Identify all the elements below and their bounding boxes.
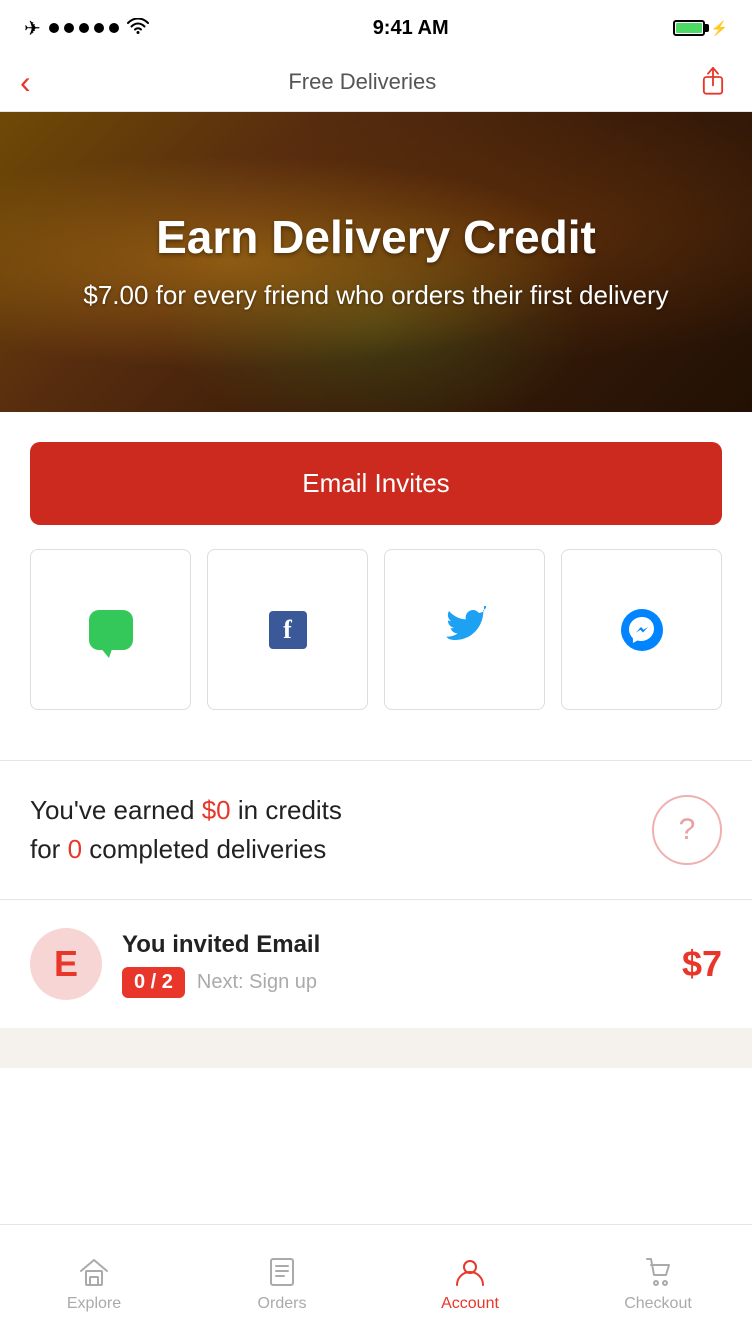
orders-icon bbox=[265, 1255, 299, 1289]
bolt-icon: ⚡ bbox=[711, 20, 728, 37]
status-right: ⚡ bbox=[673, 20, 728, 37]
credits-section: You've earned $0 in credits for 0 comple… bbox=[0, 791, 752, 899]
nav-bar: ‹ Free Deliveries bbox=[0, 52, 752, 112]
hero-title: Earn Delivery Credit bbox=[156, 210, 596, 265]
status-left: ✈ bbox=[24, 16, 149, 41]
credits-text-before2: for bbox=[30, 834, 68, 864]
battery-fill bbox=[676, 23, 702, 33]
credits-text-after2: completed deliveries bbox=[82, 834, 326, 864]
messenger-icon bbox=[621, 609, 663, 651]
tab-bar-spacer bbox=[0, 1068, 752, 1178]
share-icon bbox=[698, 67, 728, 97]
sms-icon bbox=[89, 610, 133, 650]
tab-explore-label: Explore bbox=[67, 1295, 121, 1313]
tab-checkout[interactable]: Checkout bbox=[564, 1247, 752, 1313]
status-bar: ✈ 9:41 AM ⚡ bbox=[0, 0, 752, 52]
tab-account[interactable]: Account bbox=[376, 1247, 564, 1313]
tab-orders-label: Orders bbox=[258, 1295, 307, 1313]
email-invites-button[interactable]: Email Invites bbox=[30, 442, 722, 525]
tab-bar: Explore Orders Account Checkout bbox=[0, 1224, 752, 1334]
battery-icon bbox=[673, 20, 705, 36]
airplane-icon: ✈ bbox=[24, 16, 41, 41]
invite-title: You invited Email bbox=[122, 931, 682, 959]
credits-text: You've earned $0 in credits for 0 comple… bbox=[30, 791, 342, 869]
account-icon bbox=[453, 1255, 487, 1289]
hero-banner: Earn Delivery Credit $7.00 for every fri… bbox=[0, 112, 752, 412]
invite-avatar: E bbox=[30, 928, 102, 1000]
credits-amount: $0 bbox=[202, 795, 231, 825]
credits-text-middle: in credits bbox=[231, 795, 342, 825]
wifi-icon bbox=[127, 17, 149, 40]
main-content: Email Invites f bbox=[0, 412, 752, 730]
signal-dots bbox=[49, 23, 119, 33]
invite-reward: $7 bbox=[682, 943, 722, 985]
nav-title: Free Deliveries bbox=[288, 69, 436, 95]
invite-progress-row: 0 / 2 Next: Sign up bbox=[122, 967, 682, 998]
credits-count: 0 bbox=[68, 834, 82, 864]
divider-1 bbox=[0, 760, 752, 761]
battery-container bbox=[673, 20, 705, 36]
twitter-icon bbox=[444, 606, 486, 654]
progress-badge: 0 / 2 bbox=[122, 967, 185, 998]
messenger-button[interactable] bbox=[561, 549, 722, 710]
hero-subtitle: $7.00 for every friend who orders their … bbox=[83, 277, 668, 313]
status-time: 9:41 AM bbox=[373, 17, 449, 40]
twitter-button[interactable] bbox=[384, 549, 545, 710]
gray-separator bbox=[0, 1028, 752, 1068]
facebook-button[interactable]: f bbox=[207, 549, 368, 710]
share-button[interactable] bbox=[694, 63, 732, 101]
tab-account-label: Account bbox=[441, 1295, 499, 1313]
sms-button[interactable] bbox=[30, 549, 191, 710]
tab-orders[interactable]: Orders bbox=[188, 1247, 376, 1313]
back-button[interactable]: ‹ bbox=[20, 66, 31, 98]
help-icon: ? bbox=[679, 813, 696, 847]
tab-checkout-label: Checkout bbox=[624, 1295, 692, 1313]
tab-explore[interactable]: Explore bbox=[0, 1247, 188, 1313]
help-button[interactable]: ? bbox=[652, 795, 722, 865]
credits-text-before: You've earned bbox=[30, 795, 202, 825]
invite-item: E You invited Email 0 / 2 Next: Sign up … bbox=[0, 900, 752, 1028]
invite-info: You invited Email 0 / 2 Next: Sign up bbox=[122, 931, 682, 998]
checkout-icon bbox=[641, 1255, 675, 1289]
facebook-icon: f bbox=[269, 611, 307, 649]
social-buttons: f bbox=[30, 549, 722, 710]
invite-next: Next: Sign up bbox=[197, 971, 317, 994]
home-icon bbox=[77, 1255, 111, 1289]
